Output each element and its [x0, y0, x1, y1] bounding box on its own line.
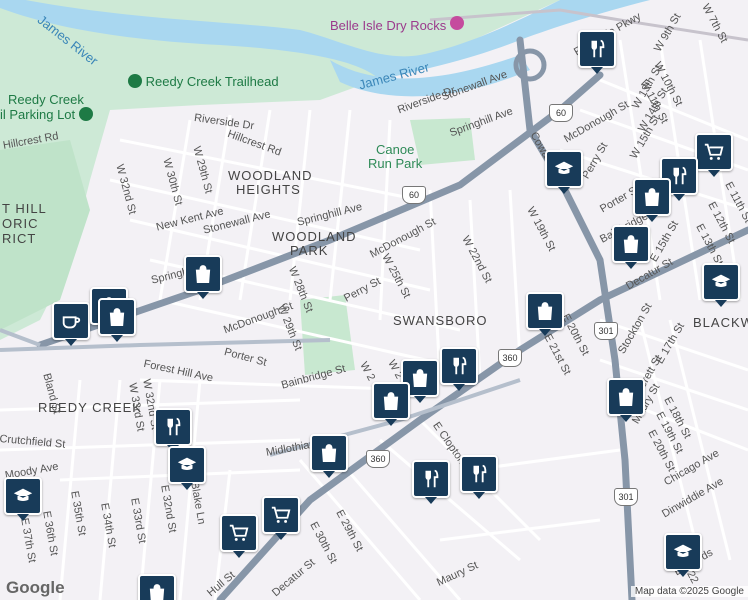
poi-trailhead-label: Reedy Creek Trailhead [145, 74, 279, 89]
poi-parking-line2: il Parking Lot [0, 107, 93, 122]
grocery-pin[interactable] [612, 225, 650, 269]
poi-trailhead[interactable]: Reedy Creek Trailhead [128, 74, 279, 89]
hood-woodland-park-2: PARK [290, 243, 329, 258]
shopping-bag-icon [109, 308, 125, 326]
grocery-pin[interactable] [633, 178, 671, 222]
fork-knife-icon [673, 166, 687, 185]
poi-canoe-line2: Run Park [368, 156, 423, 171]
graduation-cap-icon [711, 274, 731, 288]
poi-belle-isle-label: Belle Isle Dry Rocks [330, 18, 447, 33]
cart-pin[interactable] [220, 514, 258, 558]
hood-blackwell: BLACKW [693, 315, 748, 330]
grocery-pin[interactable] [526, 292, 564, 336]
map-canvas[interactable]: Belle Isle Dry Rocks Reedy Creek Trailhe… [0, 0, 748, 600]
shopping-bag-icon [644, 188, 660, 206]
historic-line2: ORIC [2, 216, 39, 231]
route-shield-60: 60 [402, 186, 426, 204]
fork-knife-icon [453, 356, 467, 375]
restaurant-pin[interactable] [460, 455, 498, 499]
fork-knife-icon [167, 417, 181, 436]
route-shield-301: 301 [614, 488, 638, 506]
shopping-bag-icon [149, 584, 165, 600]
graduation-cap-icon [13, 488, 33, 502]
route-shield-360: 360 [498, 349, 522, 367]
historic-line1: T HILL [2, 201, 47, 216]
hood-woodland-heights-2: HEIGHTS [236, 182, 301, 197]
fork-knife-icon [473, 464, 487, 483]
historic-line3: RICT [2, 231, 37, 246]
route-shield-360: 360 [366, 450, 390, 468]
camera-icon [449, 16, 464, 30]
school-pin[interactable] [4, 477, 42, 521]
coffee-cup-icon [62, 316, 81, 329]
tree-icon [78, 107, 93, 121]
hood-woodland-park-1: WOODLAND [272, 229, 357, 244]
graduation-cap-icon [177, 457, 197, 471]
restaurant-pin[interactable] [440, 347, 478, 391]
grocery-pin[interactable] [607, 378, 645, 422]
route-shield-60: 60 [549, 104, 573, 122]
cart-pin[interactable] [695, 133, 733, 177]
poi-belle-isle[interactable]: Belle Isle Dry Rocks [330, 16, 464, 33]
shopping-cart-icon [704, 143, 724, 160]
graduation-cap-icon [554, 161, 574, 175]
grocery-pin[interactable] [98, 298, 136, 342]
cart-pin[interactable] [262, 496, 300, 540]
shopping-cart-icon [271, 506, 291, 523]
trailhead-icon [128, 74, 142, 88]
grocery-pin[interactable] [138, 574, 176, 600]
restaurant-pin[interactable] [412, 460, 450, 504]
shopping-bag-icon [623, 235, 639, 253]
cafe-pin[interactable] [52, 302, 90, 346]
hood-woodland-heights-1: WOODLAND [228, 168, 313, 183]
grocery-pin[interactable] [310, 434, 348, 478]
restaurant-pin[interactable] [154, 408, 192, 452]
shopping-cart-icon [229, 524, 249, 541]
shopping-bag-icon [195, 265, 211, 283]
shopping-bag-icon [321, 444, 337, 462]
graduation-cap-icon [673, 544, 693, 558]
shopping-bag-icon [383, 392, 399, 410]
school-pin[interactable] [664, 533, 702, 577]
poi-canoe-line1: Canoe [376, 142, 415, 157]
school-pin[interactable] [702, 263, 740, 307]
grocery-pin[interactable] [184, 255, 222, 299]
poi-parking-label: il Parking Lot [0, 107, 76, 122]
fork-knife-icon [591, 39, 605, 58]
school-pin[interactable] [168, 446, 206, 490]
hood-swansboro: SWANSBORO [393, 313, 488, 328]
school-pin[interactable] [545, 150, 583, 194]
grocery-pin[interactable] [372, 382, 410, 426]
shopping-bag-icon [537, 302, 553, 320]
map-attribution: Map data ©2025 Google [630, 586, 748, 597]
route-shield-301: 301 [594, 322, 618, 340]
poi-parking-line1: Reedy Creek [8, 92, 84, 107]
shopping-bag-icon [412, 369, 428, 387]
google-logo: Google [6, 578, 65, 597]
fork-knife-icon [425, 469, 439, 488]
shopping-bag-icon [618, 388, 634, 406]
restaurant-pin[interactable] [578, 30, 616, 74]
